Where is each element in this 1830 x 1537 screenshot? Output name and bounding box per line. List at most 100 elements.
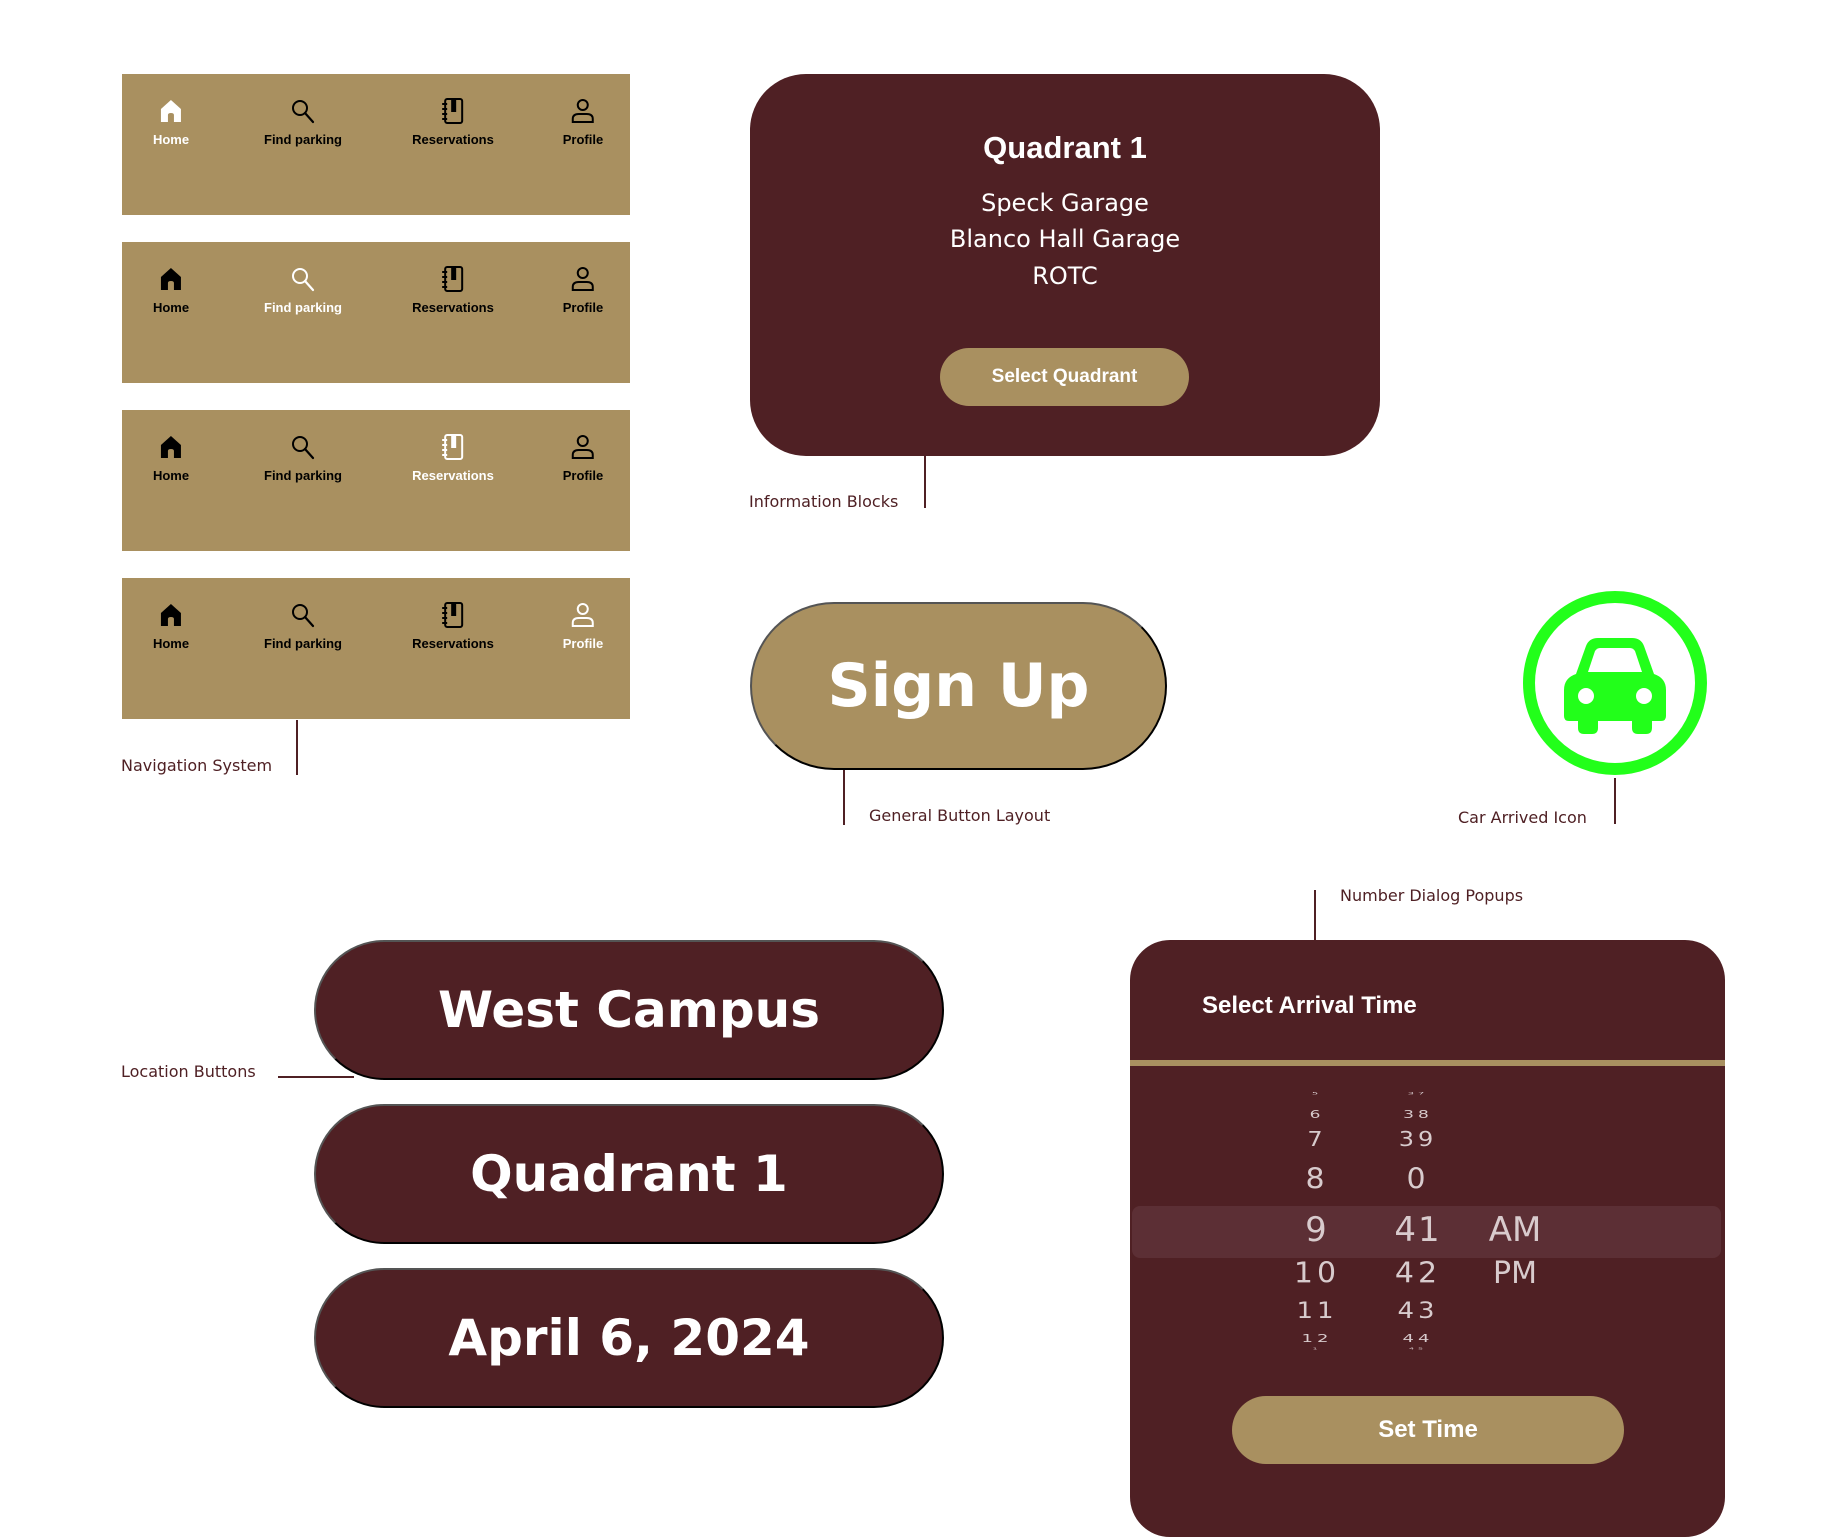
nav-item-label: Find parking [264, 468, 342, 483]
nav-item-reservations[interactable]: Reservations [412, 264, 494, 315]
number-dialog-annotation: Number Dialog Popups [1340, 886, 1524, 905]
info-block-line: ROTC [1032, 262, 1098, 290]
minute-wheel-item[interactable]: 45 [1409, 1347, 1427, 1350]
sign-up-button[interactable]: Sign Up [750, 602, 1167, 770]
car-arrived-icon [1523, 591, 1707, 775]
nav-item-profile[interactable]: Profile [563, 600, 603, 651]
reservations-icon-wrap [439, 264, 467, 294]
nav-item-label: Find parking [264, 636, 342, 651]
nav-item-profile[interactable]: Profile [563, 96, 603, 147]
nav-item-label: Reservations [412, 468, 494, 483]
reservations-icon-wrap [439, 600, 467, 630]
profile-icon [572, 435, 594, 459]
hour-wheel-item[interactable]: 6 [1310, 1109, 1325, 1121]
nav-item-label: Reservations [412, 132, 494, 147]
hour-wheel-item[interactable]: 11 [1296, 1298, 1337, 1324]
nav-item-label: Reservations [412, 636, 494, 651]
nav-item-label: Reservations [412, 300, 494, 315]
home-icon-wrap [157, 96, 185, 126]
profile-icon-wrap [569, 432, 597, 462]
button-layout-annotation: General Button Layout [869, 806, 1051, 825]
car-annotation-line [1614, 778, 1616, 824]
profile-icon [572, 603, 594, 627]
nav-bar: Home Find parking Reservations Profile [122, 242, 630, 383]
search-icon [292, 604, 315, 628]
nav-item-reservations[interactable]: Reservations [412, 600, 494, 651]
hour-wheel-item[interactable]: 5 [1312, 1092, 1322, 1096]
nav-item-label: Home [152, 636, 190, 651]
nav-item-reservations[interactable]: Reservations [412, 432, 494, 483]
info-block-line: Speck Garage [981, 189, 1149, 217]
notebook-icon [442, 434, 463, 460]
navigation-annotation: Navigation System [121, 756, 273, 775]
nav-item-find[interactable]: Find parking [264, 600, 342, 651]
button-annotation-line [843, 770, 845, 825]
home-icon [161, 268, 181, 290]
hour-wheel-item[interactable]: 9 [1305, 1210, 1329, 1250]
nav-item-home[interactable]: Home [153, 96, 189, 147]
nav-item-profile[interactable]: Profile [563, 432, 603, 483]
minute-wheel-item[interactable]: 44 [1403, 1332, 1434, 1345]
car-arrived-annotation: Car Arrived Icon [1458, 808, 1587, 827]
profile-icon-wrap [569, 96, 597, 126]
nav-item-find[interactable]: Find parking [264, 264, 342, 315]
hour-wheel-item[interactable]: 12 [1302, 1332, 1333, 1345]
minute-wheel-item[interactable]: 37 [1408, 1092, 1429, 1096]
minute-wheel-item[interactable]: 42 [1395, 1257, 1441, 1290]
info-block-line: Blanco Hall Garage [949, 225, 1181, 253]
nav-item-find[interactable]: Find parking [264, 432, 342, 483]
search-icon [292, 100, 315, 124]
nav-item-profile[interactable]: Profile [563, 264, 603, 315]
nav-item-find[interactable]: Find parking [264, 96, 342, 147]
find-icon-wrap [289, 264, 317, 294]
nav-item-label: Home [152, 468, 190, 483]
minute-wheel-item[interactable]: 39 [1399, 1127, 1438, 1151]
nav-item-label: Home [152, 132, 190, 147]
information-block: Quadrant 1 Speck Garage Blanco Hall Gara… [750, 74, 1380, 456]
nav-item-reservations[interactable]: Reservations [412, 96, 494, 147]
nav-item-label: Profile [562, 468, 604, 483]
minute-wheel-item[interactable]: 43 [1397, 1298, 1438, 1324]
minute-wheel-item[interactable]: 38 [1403, 1109, 1433, 1121]
profile-icon [572, 99, 594, 123]
hour-wheel-item[interactable]: 10 [1294, 1257, 1340, 1290]
nav-bar: Home Find parking Reservations Profile [122, 578, 630, 719]
hour-wheel-item[interactable]: 7 [1307, 1127, 1326, 1151]
home-icon [161, 436, 181, 458]
set-time-button[interactable]: Set Time [1232, 1396, 1624, 1464]
home-icon [161, 604, 181, 626]
period-wheel-item[interactable]: PM [1493, 1256, 1537, 1291]
hour-wheel-item[interactable]: 1 [1312, 1347, 1321, 1350]
nav-item-label: Profile [562, 300, 604, 315]
select-quadrant-button[interactable]: Select Quadrant [940, 348, 1189, 406]
minute-wheel-item[interactable]: 0 [1406, 1163, 1429, 1196]
profile-icon-wrap [569, 600, 597, 630]
nav-item-home[interactable]: Home [153, 264, 189, 315]
location-button-west-campus[interactable]: West Campus [314, 940, 944, 1080]
hour-wheel-item[interactable]: 8 [1305, 1163, 1328, 1196]
search-icon [292, 268, 315, 292]
location-button-quadrant[interactable]: Quadrant 1 [314, 1104, 944, 1244]
dialog-annotation-line [1314, 890, 1316, 940]
nav-item-home[interactable]: Home [153, 600, 189, 651]
nav-bar: Home Find parking Reservations Profile [122, 74, 630, 215]
notebook-icon [442, 602, 463, 628]
dialog-divider [1130, 1060, 1725, 1066]
reservations-icon-wrap [439, 96, 467, 126]
location-button-date[interactable]: April 6, 2024 [314, 1268, 944, 1408]
info-block-title: Quadrant 1 [983, 130, 1147, 165]
nav-bar: Home Find parking Reservations Profile [122, 410, 630, 551]
nav-annotation-line [296, 720, 298, 775]
nav-item-home[interactable]: Home [153, 432, 189, 483]
home-icon-wrap [157, 432, 185, 462]
info-blocks-annotation: Information Blocks [749, 492, 899, 511]
profile-icon-wrap [569, 264, 597, 294]
arrival-time-dialog: Select Arrival Time 5 6 7 8 9 10 11 12 1 37 38 39 0 4… [1130, 940, 1725, 1537]
minute-wheel-item[interactable]: 41 [1394, 1210, 1441, 1250]
home-icon [161, 100, 181, 122]
reservations-icon-wrap [439, 432, 467, 462]
info-annotation-line [924, 456, 926, 508]
find-icon-wrap [289, 600, 317, 630]
period-wheel-item[interactable]: AM [1489, 1210, 1542, 1250]
nav-item-label: Find parking [264, 132, 342, 147]
